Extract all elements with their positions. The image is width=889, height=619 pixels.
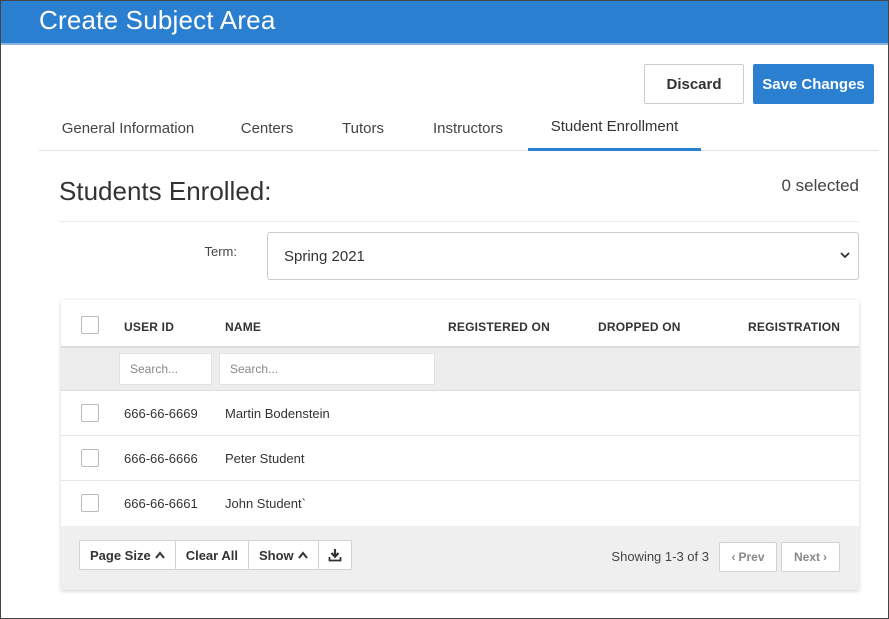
prev-label: Prev <box>738 550 765 564</box>
next-label: Next <box>793 550 820 564</box>
term-select[interactable]: Spring 2021 <box>267 232 859 280</box>
table-row[interactable]: 666-66-6669 Martin Bodenstein <box>61 391 859 436</box>
name-search-input[interactable] <box>219 353 435 385</box>
download-icon <box>328 549 342 562</box>
chevron-left-icon: ‹ <box>731 550 736 564</box>
column-header-dropped-on[interactable]: DROPPED ON <box>598 320 681 334</box>
table-tools-group: Page Size Clear All Show <box>79 540 352 570</box>
app-window: Create Subject Area Discard Save Changes… <box>0 0 889 619</box>
chevron-up-icon <box>297 551 308 559</box>
save-changes-button[interactable]: Save Changes <box>753 64 874 104</box>
section-divider <box>59 221 859 222</box>
filter-row <box>61 348 859 391</box>
row-checkbox[interactable] <box>81 449 99 467</box>
table-row[interactable]: 666-66-6666 Peter Student <box>61 436 859 481</box>
row-name: Martin Bodenstein <box>225 406 330 421</box>
show-button[interactable]: Show <box>249 541 319 569</box>
chevron-up-icon <box>154 551 165 559</box>
chevron-right-icon: › <box>823 550 827 564</box>
enrollment-table: USER ID NAME REGISTERED ON DROPPED ON RE… <box>61 300 859 590</box>
term-select-value: Spring 2021 <box>284 247 365 265</box>
page-size-button[interactable]: Page Size <box>80 541 176 569</box>
column-header-name[interactable]: NAME <box>225 320 261 334</box>
row-name: Peter Student <box>225 451 305 466</box>
column-header-registration[interactable]: REGISTRATION <box>748 320 840 334</box>
prev-page-button[interactable]: ‹ Prev <box>719 542 777 572</box>
row-checkbox[interactable] <box>81 494 99 512</box>
next-page-button[interactable]: Next › <box>781 542 840 572</box>
column-header-registered-on[interactable]: REGISTERED ON <box>448 320 550 334</box>
table-header-row: USER ID NAME REGISTERED ON DROPPED ON RE… <box>61 300 859 348</box>
page-header: Create Subject Area <box>1 1 888 45</box>
table-row[interactable]: 666-66-6661 John Student` <box>61 481 859 526</box>
page-title: Create Subject Area <box>39 5 276 35</box>
select-all-checkbox[interactable] <box>81 316 99 334</box>
row-name: John Student` <box>225 496 306 511</box>
show-label: Show <box>258 547 294 563</box>
row-user-id: 666-66-6666 <box>124 451 198 466</box>
tab-instructors[interactable]: Instructors <box>415 105 521 151</box>
clear-all-button[interactable]: Clear All <box>176 541 249 569</box>
tab-student-enrollment[interactable]: Student Enrollment <box>528 105 701 151</box>
user-id-search-input[interactable] <box>119 353 212 385</box>
download-button[interactable] <box>319 541 351 569</box>
table-footer: Page Size Clear All Show Showing 1-3 of … <box>61 526 859 590</box>
tab-tutors[interactable]: Tutors <box>323 105 403 151</box>
selected-count: 0 selected <box>781 176 860 195</box>
row-checkbox[interactable] <box>81 404 99 422</box>
chevron-down-icon <box>840 252 850 259</box>
discard-button[interactable]: Discard <box>644 64 744 104</box>
tab-general-information[interactable]: General Information <box>39 105 217 151</box>
term-label: Term: <box>204 244 238 259</box>
column-header-user-id[interactable]: USER ID <box>124 320 174 334</box>
tab-bar: General Information Centers Tutors Instr… <box>39 105 879 151</box>
row-user-id: 666-66-6669 <box>124 406 198 421</box>
pagination-summary: Showing 1-3 of 3 <box>611 549 709 564</box>
tab-centers[interactable]: Centers <box>223 105 311 151</box>
section-title: Students Enrolled: <box>59 176 272 206</box>
row-user-id: 666-66-6661 <box>124 496 198 511</box>
page-size-label: Page Size <box>90 547 151 563</box>
